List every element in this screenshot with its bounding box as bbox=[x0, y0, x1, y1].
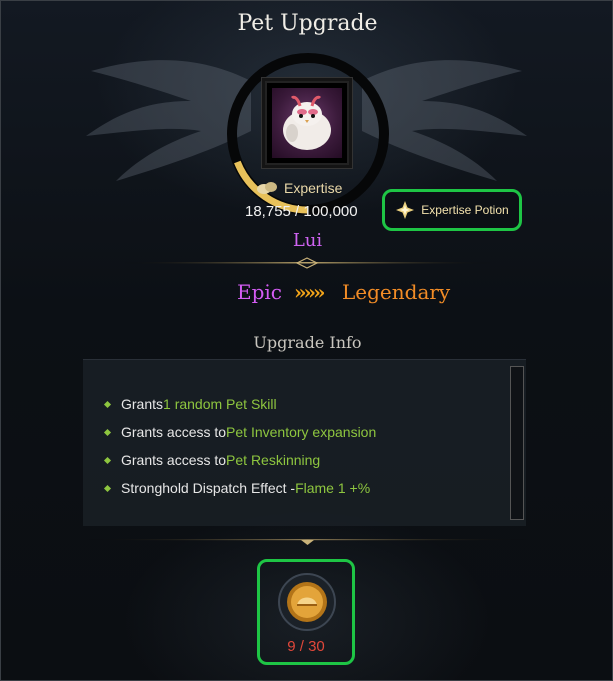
info-scrollbar[interactable] bbox=[510, 366, 524, 520]
grade-to: Legendary bbox=[342, 280, 451, 304]
upgrade-info-list: Grants 1 random Pet Skill Grants access … bbox=[103, 390, 376, 502]
expertise-potion-label: Expertise Potion bbox=[421, 203, 509, 217]
grade-from: Epic bbox=[237, 280, 282, 304]
pet-upgrade-window: Pet Upgrade Expertise 18,755 / 100,000 E… bbox=[0, 0, 613, 681]
bullet-icon bbox=[103, 484, 112, 492]
upgrade-info-panel: Grants 1 random Pet Skill Grants access … bbox=[83, 359, 526, 526]
pet-name: Lui bbox=[292, 230, 323, 251]
expertise-label: Expertise bbox=[284, 180, 343, 196]
material-count: 9 / 30 bbox=[287, 638, 325, 655]
expertise-label-row: Expertise bbox=[256, 180, 342, 196]
upgrade-info-title: Upgrade Info bbox=[253, 333, 362, 352]
list-item: Stronghold Dispatch Effect - Flame 1 +% bbox=[103, 474, 376, 502]
ornament-divider bbox=[121, 257, 494, 269]
page-title: Pet Upgrade bbox=[237, 11, 378, 36]
gold-medal-icon bbox=[278, 573, 336, 631]
bullet-icon bbox=[103, 400, 112, 408]
ornament-divider bbox=[81, 539, 534, 545]
list-item: Grants 1 random Pet Skill bbox=[103, 390, 376, 418]
bullet-icon bbox=[103, 456, 112, 464]
list-item: Grants access to Pet Reskinning bbox=[103, 446, 376, 474]
bullet-icon bbox=[103, 428, 112, 436]
expertise-value: 18,755 / 100,000 bbox=[245, 203, 358, 220]
expertise-potion-button[interactable]: Expertise Potion bbox=[382, 189, 522, 231]
pet-portrait[interactable] bbox=[265, 81, 349, 165]
potion-sparkle-icon bbox=[396, 201, 415, 219]
expertise-icon bbox=[257, 182, 277, 194]
list-item: Grants access to Pet Inventory expansion bbox=[103, 418, 376, 446]
pet-bird-portrait-icon bbox=[283, 95, 331, 150]
grade-arrow-icon: »»» bbox=[294, 280, 325, 304]
grade-transition: Epic »»» Legendary bbox=[1, 280, 613, 308]
